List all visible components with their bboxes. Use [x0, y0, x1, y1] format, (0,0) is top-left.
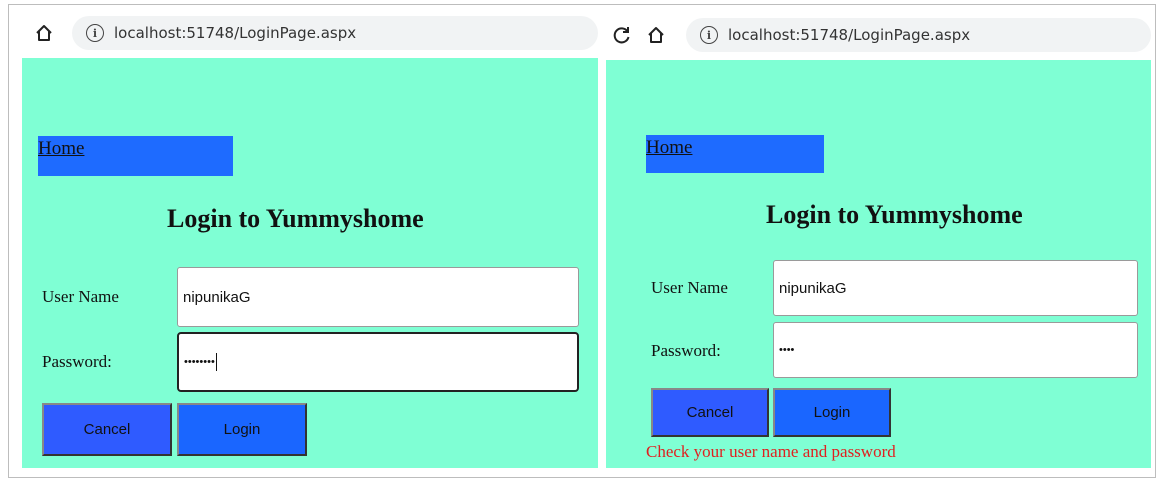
home-icon[interactable] — [642, 21, 670, 49]
cancel-button[interactable]: Cancel — [42, 403, 172, 456]
browser-toolbar-right: i localhost:51748/LoginPage.aspx — [606, 14, 1151, 60]
page-title: Login to Yummyshome — [766, 200, 1023, 229]
page-title: Login to Yummyshome — [167, 204, 424, 233]
login-button[interactable]: Login — [177, 403, 307, 456]
home-bar: Home — [38, 136, 233, 176]
address-url[interactable]: localhost:51748/LoginPage.aspx — [114, 24, 356, 42]
username-input[interactable]: nipunikaG — [773, 260, 1138, 316]
username-input[interactable]: nipunikaG — [177, 267, 579, 327]
error-message: Check your user name and password — [646, 442, 896, 461]
password-value: •••• — [779, 344, 795, 356]
password-value: •••••••• — [184, 356, 215, 368]
cancel-button[interactable]: Cancel — [651, 388, 769, 437]
login-page-left: Home Login to Yummyshome User Name nipun… — [22, 58, 598, 468]
home-link[interactable]: Home — [646, 137, 692, 159]
username-label: User Name — [42, 287, 119, 306]
password-label: Password: — [42, 352, 112, 371]
reload-icon[interactable] — [608, 21, 636, 49]
home-bar: Home — [646, 135, 824, 173]
password-input[interactable]: •••••••• — [177, 332, 579, 392]
info-icon[interactable]: i — [86, 24, 104, 42]
username-value: nipunikaG — [779, 279, 847, 297]
username-label: User Name — [651, 278, 728, 297]
address-bar[interactable]: i localhost:51748/LoginPage.aspx — [686, 18, 1151, 52]
password-input[interactable]: •••• — [773, 322, 1138, 378]
address-url[interactable]: localhost:51748/LoginPage.aspx — [728, 26, 970, 44]
login-page-right: Home Login to Yummyshome User Name nipun… — [606, 60, 1151, 468]
home-link[interactable]: Home — [38, 138, 84, 160]
username-value: nipunikaG — [183, 288, 251, 306]
password-label: Password: — [651, 341, 721, 360]
browser-toolbar-left: i localhost:51748/LoginPage.aspx — [22, 10, 598, 56]
text-caret — [215, 353, 217, 371]
login-button[interactable]: Login — [773, 388, 891, 437]
info-icon[interactable]: i — [700, 26, 718, 44]
address-bar[interactable]: i localhost:51748/LoginPage.aspx — [72, 16, 598, 50]
home-icon[interactable] — [30, 19, 58, 47]
